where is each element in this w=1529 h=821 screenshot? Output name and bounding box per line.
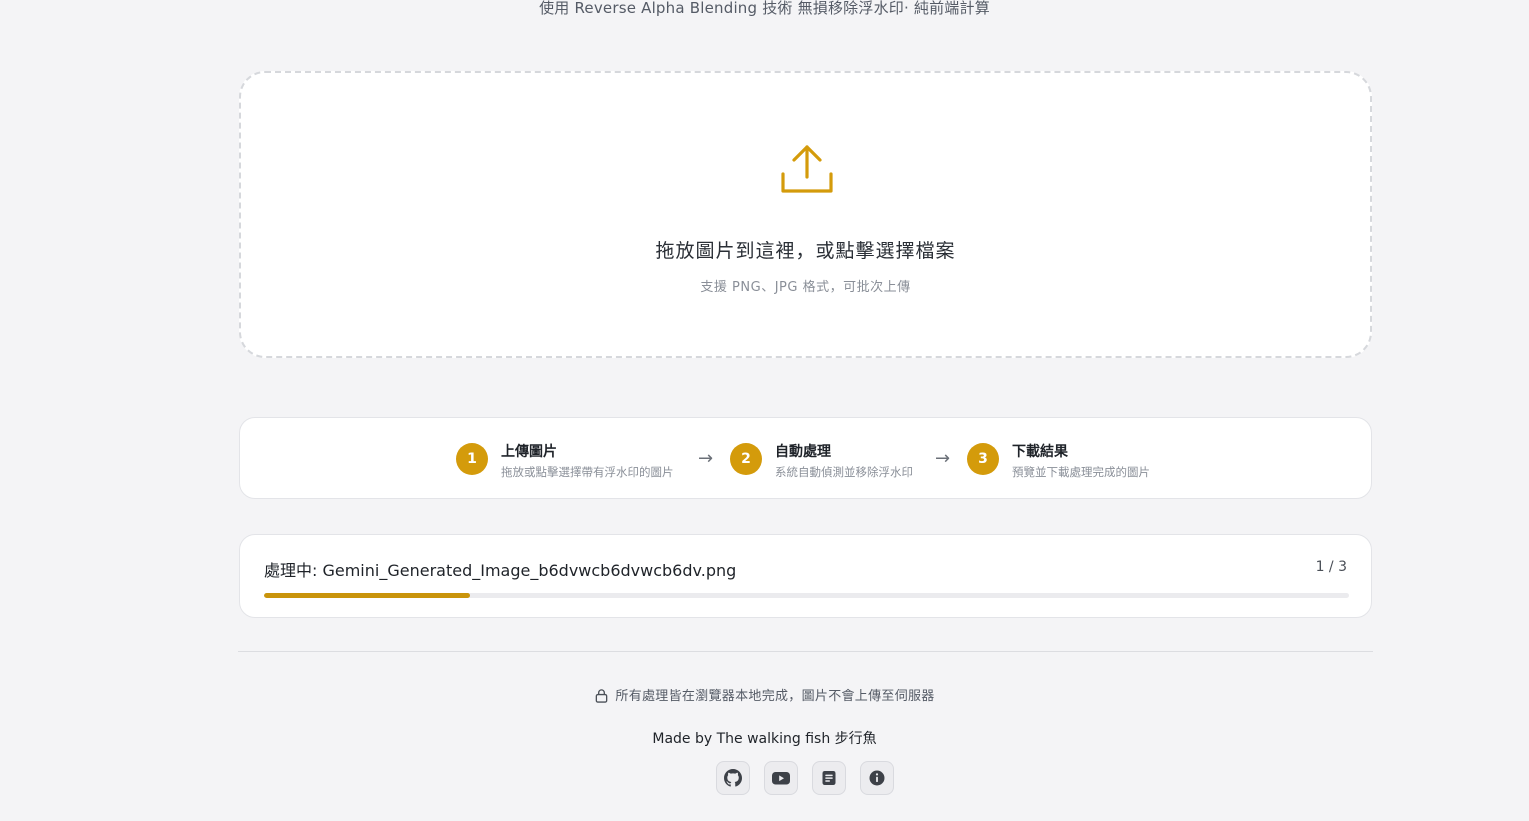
- page: 使用 Reverse Alpha Blending 技術 無損移除浮水印· 純前…: [0, 0, 1529, 821]
- privacy-text: 所有處理皆在瀏覽器本地完成，圖片不會上傳至伺服器: [615, 689, 935, 704]
- step-description: 系統自動偵測並移除浮水印: [775, 465, 913, 479]
- privacy-notice: 所有處理皆在瀏覽器本地完成，圖片不會上傳至伺服器: [0, 685, 1529, 704]
- processing-filename: 處理中: Gemini_Generated_Image_b6dvwcb6dvwc…: [264, 561, 737, 580]
- step-number: 1: [456, 443, 488, 475]
- blog-button[interactable]: [812, 761, 846, 795]
- step-title: 自動處理: [775, 444, 831, 460]
- upload-dropzone[interactable]: 拖放圖片到這裡，或點擊選擇檔案 支援 PNG、JPG 格式，可批次上傳: [239, 71, 1372, 358]
- step-number: 3: [967, 443, 999, 475]
- dropzone-title: 拖放圖片到這裡，或點擊選擇檔案: [655, 240, 956, 262]
- step-description: 預覽並下載處理完成的圖片: [1012, 465, 1150, 479]
- step-title: 下載結果: [1012, 444, 1068, 460]
- credit-text: Made by The walking fish 步行魚: [652, 731, 877, 747]
- progress-bar: [264, 593, 1349, 598]
- steps-card: 1 上傳圖片 拖放或點擊選擇帶有浮水印的圖片 → 2 自動處理 系統自動偵測並移…: [239, 417, 1372, 499]
- progress-bar-fill: [264, 593, 471, 598]
- upload-icon: [781, 145, 833, 193]
- github-icon: [724, 769, 742, 787]
- step-number: 2: [730, 443, 762, 475]
- page-subtitle: 使用 Reverse Alpha Blending 技術 無損移除浮水印· 純前…: [539, 0, 990, 17]
- footer-divider: [238, 651, 1373, 652]
- processing-card: 處理中: Gemini_Generated_Image_b6dvwcb6dvwc…: [239, 534, 1372, 618]
- youtube-button[interactable]: [764, 761, 798, 795]
- step-description: 拖放或點擊選擇帶有浮水印的圖片: [501, 465, 674, 479]
- step-title: 上傳圖片: [501, 444, 557, 460]
- youtube-icon: [772, 772, 790, 785]
- step-arrow: →: [698, 448, 714, 469]
- step-arrow: →: [935, 448, 951, 469]
- info-icon: [869, 770, 885, 786]
- lock-icon: [596, 689, 608, 703]
- info-button[interactable]: [860, 761, 894, 795]
- processing-count: 1 / 3: [1315, 559, 1347, 575]
- dropzone-subtitle: 支援 PNG、JPG 格式，可批次上傳: [700, 280, 911, 295]
- github-button[interactable]: [716, 761, 750, 795]
- blog-icon: [822, 771, 836, 785]
